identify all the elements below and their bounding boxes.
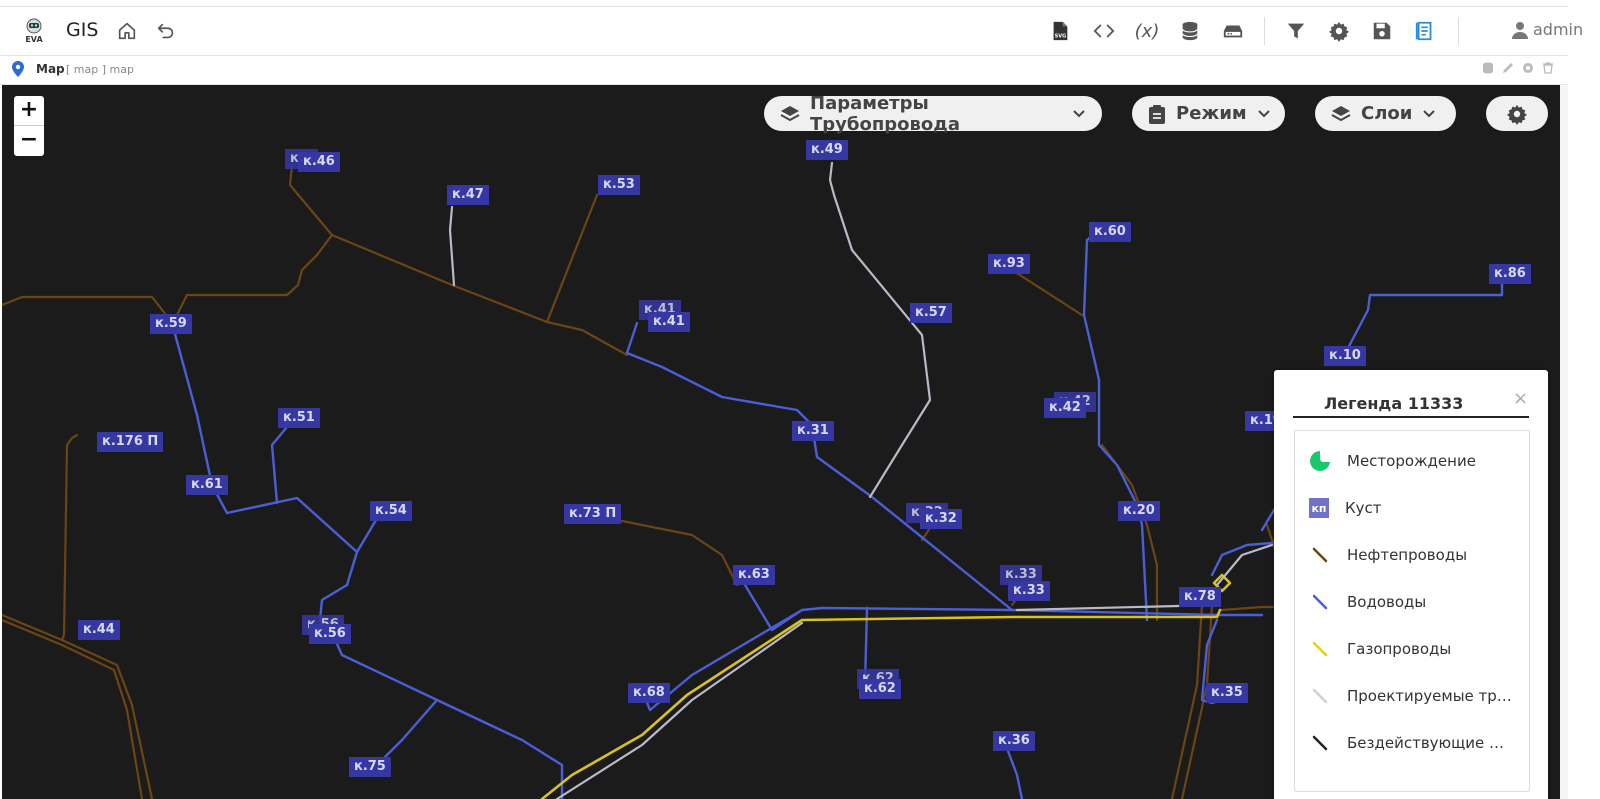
cluster-label[interactable]: к.56 (309, 624, 351, 644)
cluster-icon: кп (1309, 498, 1329, 518)
cluster-label[interactable]: к.31 (792, 421, 834, 441)
pipeline-params-label: Параметры Трубопровода (810, 92, 960, 135)
mode-dropdown[interactable]: Режим (1132, 96, 1285, 131)
legend-item-field: Месторождение (1309, 449, 1512, 473)
cluster-label[interactable]: к.61 (186, 475, 228, 495)
cluster-label[interactable]: к.54 (370, 501, 412, 521)
cluster-label[interactable]: к.47 (447, 185, 489, 205)
database-icon[interactable] (1178, 19, 1202, 43)
pipeline-params-dropdown[interactable]: Параметры Трубопровода (764, 93, 1102, 135)
cluster-label[interactable]: к.86 (1489, 264, 1531, 284)
cluster-label[interactable]: к.49 (806, 140, 848, 160)
svg-badge: SVG (1055, 33, 1067, 39)
user-name: admin (1533, 20, 1584, 39)
cluster-label[interactable]: к.68 (628, 683, 670, 703)
zoom-out-button[interactable]: − (14, 126, 44, 155)
zoom-in-button[interactable]: + (14, 96, 44, 126)
cluster-label[interactable]: к.51 (278, 408, 320, 428)
layers-dropdown[interactable]: Слои (1315, 96, 1456, 131)
code-icon[interactable] (1092, 19, 1116, 43)
legend-item-gas: Газопроводы (1309, 637, 1512, 661)
legend-item-idle: Бездействующие трубопроводы (1309, 731, 1512, 755)
legend-items: Месторождение кп Куст Нефтепроводы Водов… (1294, 430, 1530, 792)
cluster-label[interactable]: к.59 (150, 314, 192, 334)
chevron-down-icon (1423, 109, 1436, 117)
legend-item-water: Водоводы (1309, 590, 1512, 614)
cluster-label[interactable]: к.20 (1118, 501, 1160, 521)
cluster-label[interactable]: к.32 (920, 509, 962, 529)
legend-item-cluster: кп Куст (1309, 496, 1510, 520)
legend-item-oil: Нефтепроводы (1309, 543, 1512, 567)
clipboard-icon (1149, 104, 1165, 124)
cluster-label[interactable]: к.60 (1089, 222, 1131, 242)
toolbar-divider (1458, 17, 1459, 45)
save-icon[interactable] (1370, 19, 1394, 43)
legend-title: Легенда 11333 (1324, 394, 1464, 413)
filter-icon[interactable] (1284, 19, 1308, 43)
report-icon[interactable] (1413, 19, 1437, 43)
cluster-label[interactable]: к.93 (988, 254, 1030, 274)
legend-title-underline (1293, 416, 1529, 418)
cluster-label[interactable]: к.75 (349, 757, 391, 777)
projected-pipeline-icon (1309, 685, 1331, 707)
field-icon (1309, 450, 1331, 472)
cluster-label[interactable]: к.35 (1206, 683, 1248, 703)
cluster-label[interactable]: к.53 (598, 175, 640, 195)
gear-icon (1506, 104, 1528, 125)
layers-label: Слои (1361, 103, 1413, 124)
cluster-label[interactable]: к.63 (733, 565, 775, 585)
vertical-scrollbar[interactable] (1560, 85, 1568, 799)
svg-text:EVA: EVA (25, 35, 43, 44)
database-icon[interactable] (1482, 62, 1494, 74)
idle-pipeline-icon (1309, 732, 1331, 754)
chevron-down-icon (1073, 109, 1085, 117)
oil-pipeline-icon (1309, 544, 1331, 566)
chevron-down-icon (1257, 109, 1270, 117)
storage-icon[interactable] (1221, 19, 1245, 43)
cluster-label[interactable]: к.41 (648, 312, 690, 332)
svg-export-icon[interactable]: SVG (1048, 19, 1072, 43)
map-settings-button[interactable] (1486, 96, 1548, 131)
gear-icon[interactable] (1522, 62, 1534, 74)
zoom-control: + − (14, 96, 44, 156)
user-icon (1512, 21, 1528, 39)
cluster-label[interactable]: к.176 П (97, 432, 164, 452)
cluster-label[interactable]: к.33 (1008, 581, 1050, 601)
cluster-label[interactable]: к.36 (993, 731, 1035, 751)
mode-label: Режим (1176, 103, 1247, 124)
cluster-label[interactable]: к.42 (1044, 398, 1086, 418)
cluster-label[interactable]: к.73 П (564, 504, 622, 524)
undo-icon[interactable] (154, 19, 178, 43)
home-icon[interactable] (115, 19, 139, 43)
gear-icon[interactable] (1327, 19, 1351, 43)
water-pipeline-icon (1309, 591, 1331, 613)
legend-panel: Легенда 11333 × Месторождение кп Куст Не… (1274, 370, 1548, 799)
trash-icon[interactable] (1542, 62, 1554, 74)
gas-pipeline-icon (1309, 638, 1331, 660)
breadcrumb: Map [ map ] map (0, 56, 1568, 85)
cluster-label[interactable]: к.46 (298, 152, 340, 172)
cluster-label[interactable]: к.44 (78, 620, 120, 640)
panel-title: Map (36, 62, 65, 76)
top-toolbar: EVA GIS SVG (x) admin (0, 6, 1583, 56)
legend-item-projected: Проектируемые трубопроводы (1309, 684, 1512, 708)
edit-icon[interactable] (1502, 62, 1514, 74)
cluster-label[interactable]: к.10 (1324, 346, 1366, 366)
cluster-label[interactable]: к.78 (1179, 587, 1221, 607)
eva-logo-icon: EVA (20, 16, 48, 44)
toolbar-divider (1264, 17, 1265, 45)
cluster-label[interactable]: к.57 (910, 303, 952, 323)
legend-close-button[interactable]: × (1513, 388, 1528, 409)
layers-icon (780, 105, 800, 121)
variable-icon[interactable]: (x) (1133, 19, 1161, 43)
location-pin-icon (12, 61, 24, 80)
cluster-label[interactable]: к.62 (859, 679, 901, 699)
projected-pipelines (448, 161, 1274, 799)
panel-meta: [ map ] map (66, 63, 134, 76)
layers-icon (1331, 105, 1351, 121)
user-menu[interactable]: admin (1512, 20, 1583, 39)
app-title: GIS (66, 19, 99, 41)
